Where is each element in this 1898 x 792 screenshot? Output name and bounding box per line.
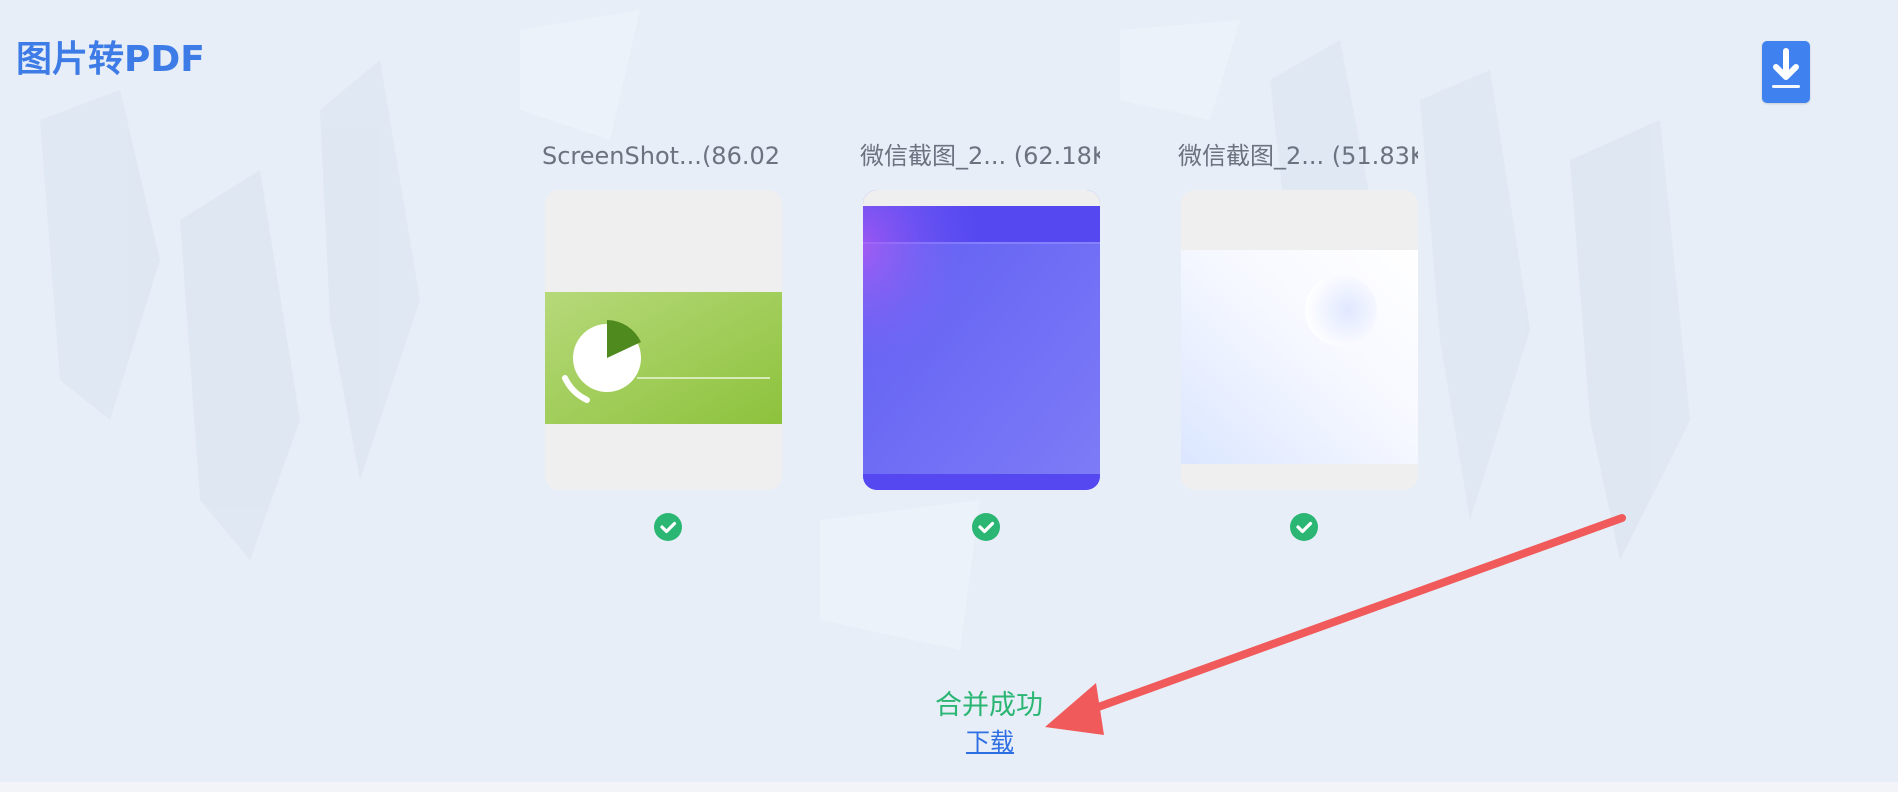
app-title: 图片转PDF (16, 39, 205, 80)
file-card: ScreenShot...(86.02K (542, 140, 782, 541)
merge-success-text: 合并成功 (935, 690, 1043, 721)
file-thumbnail (1181, 190, 1418, 490)
file-name-label: 微信截图_2... (62.18K (860, 142, 1100, 170)
file-card: 微信截图_2... (51.83K (1178, 140, 1418, 541)
file-thumbnail (863, 190, 1100, 490)
download-arrow-icon (1772, 48, 1800, 88)
download-icon-button[interactable] (1762, 41, 1810, 103)
download-link[interactable]: 下载 (966, 722, 1014, 757)
file-thumbnail (545, 190, 782, 490)
check-circle-icon (972, 513, 1000, 541)
file-card: 微信截图_2... (62.18K (860, 140, 1100, 541)
file-name-label: 微信截图_2... (51.83K (1178, 142, 1418, 170)
check-circle-icon (1290, 513, 1318, 541)
file-name-label: ScreenShot...(86.02K (542, 142, 782, 170)
check-circle-icon (654, 513, 682, 541)
bottom-bar (0, 782, 1898, 792)
